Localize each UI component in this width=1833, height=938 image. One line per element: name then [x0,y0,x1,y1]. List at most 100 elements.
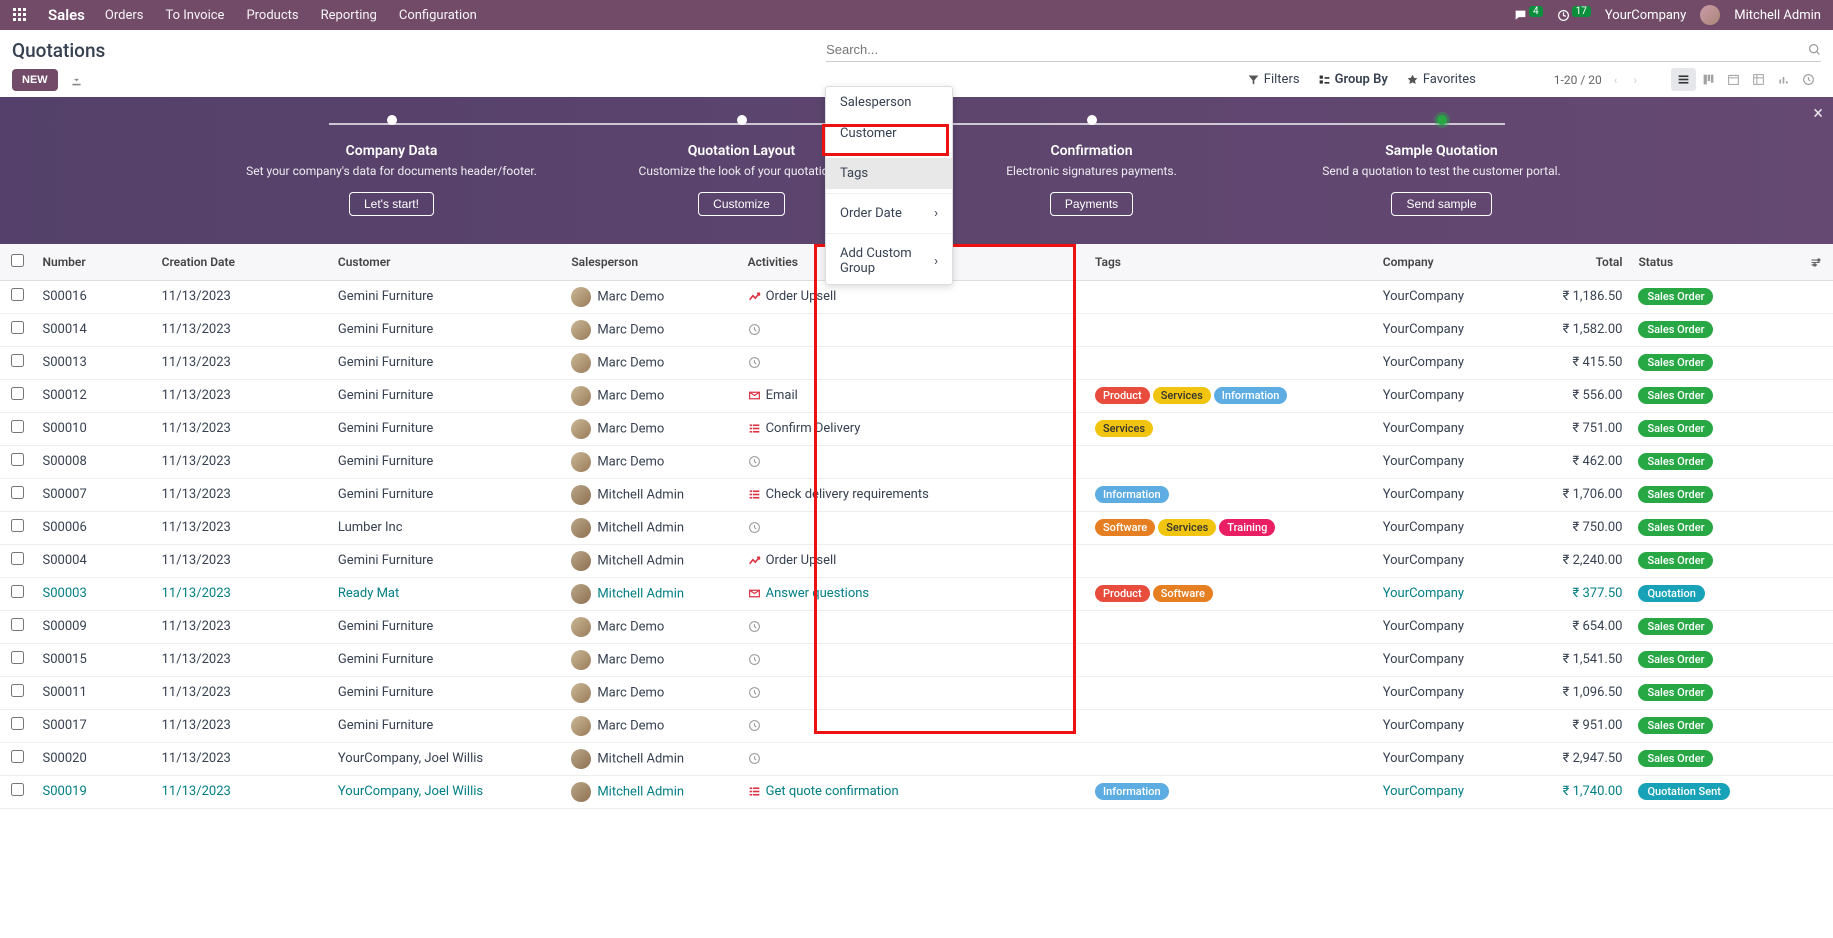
nav-orders[interactable]: Orders [105,8,144,23]
view-kanban-icon[interactable] [1696,68,1721,91]
nav-products[interactable]: Products [246,8,298,23]
cell-activities[interactable]: Email [740,379,1035,412]
row-checkbox[interactable] [11,288,24,301]
col-customer[interactable]: Customer [330,244,563,281]
filters-button[interactable]: Filters [1247,72,1300,87]
row-checkbox[interactable] [11,651,24,664]
step-button[interactable]: Send sample [1391,192,1491,216]
search-icon[interactable] [1808,42,1821,57]
col-creation[interactable]: Creation Date [154,244,330,281]
new-button[interactable]: NEW [12,69,58,91]
close-icon[interactable]: × [1813,103,1823,124]
row-checkbox[interactable] [11,684,24,697]
view-list-icon[interactable] [1671,68,1696,91]
user-name[interactable]: Mitchell Admin [1734,8,1821,23]
clock-icon[interactable]: 17 [1557,8,1591,23]
pager-range[interactable]: 1-20 / 20 [1554,73,1602,87]
col-status[interactable]: Status [1630,244,1797,281]
cell-activities[interactable] [740,445,1035,478]
table-row[interactable]: S00012 11/13/2023 Gemini Furniture Marc … [0,379,1833,412]
clock-icon[interactable] [748,355,762,370]
apps-icon[interactable] [12,7,28,23]
clock-icon[interactable] [748,751,762,766]
table-row[interactable]: S00013 11/13/2023 Gemini Furniture Marc … [0,346,1833,379]
dropdown-customer[interactable]: Customer [826,118,952,149]
table-row[interactable]: S00008 11/13/2023 Gemini Furniture Marc … [0,445,1833,478]
table-row[interactable]: S00011 11/13/2023 Gemini Furniture Marc … [0,676,1833,709]
nav-reporting[interactable]: Reporting [321,8,377,23]
row-checkbox[interactable] [11,519,24,532]
search-input[interactable] [826,38,1821,62]
row-checkbox[interactable] [11,420,24,433]
row-checkbox[interactable] [11,717,24,730]
row-checkbox[interactable] [11,750,24,763]
col-total[interactable]: Total [1499,244,1630,281]
cell-activities[interactable] [740,709,1035,742]
pager-prev-icon[interactable]: ‹ [1610,73,1622,87]
cell-activities[interactable] [740,742,1035,775]
cell-activities[interactable]: Answer questions [740,577,1035,610]
col-number[interactable]: Number [35,244,154,281]
pager-next-icon[interactable]: › [1629,73,1641,87]
row-checkbox[interactable] [11,354,24,367]
table-row[interactable]: S00020 11/13/2023 YourCompany, Joel Will… [0,742,1833,775]
clock-icon[interactable] [748,520,762,535]
nav-toinvoice[interactable]: To Invoice [165,8,224,23]
clock-icon[interactable] [748,685,762,700]
view-graph-icon[interactable] [1771,68,1796,91]
table-row[interactable]: S00004 11/13/2023 Gemini Furniture Mitch… [0,544,1833,577]
dropdown-orderdate[interactable]: Order Date › [826,198,952,229]
cell-activities[interactable]: Confirm Delivery [740,412,1035,445]
select-all-checkbox[interactable] [11,254,24,267]
clock-icon[interactable] [748,454,762,469]
row-checkbox[interactable] [11,387,24,400]
row-checkbox[interactable] [11,321,24,334]
table-row[interactable]: S00015 11/13/2023 Gemini Furniture Marc … [0,643,1833,676]
favorites-button[interactable]: Favorites [1406,72,1476,87]
table-row[interactable]: S00017 11/13/2023 Gemini Furniture Marc … [0,709,1833,742]
user-avatar-icon[interactable] [1700,5,1720,25]
download-button[interactable] [66,68,87,91]
dropdown-salesperson[interactable]: Salesperson [826,87,952,118]
row-checkbox[interactable] [11,486,24,499]
cell-activities[interactable] [740,346,1035,379]
nav-configuration[interactable]: Configuration [399,8,477,23]
view-pivot-icon[interactable] [1746,68,1771,91]
cell-activities[interactable] [740,610,1035,643]
company-switcher[interactable]: YourCompany [1605,8,1686,23]
col-salesperson[interactable]: Salesperson [563,244,739,281]
row-checkbox[interactable] [11,453,24,466]
cell-activities[interactable] [740,511,1035,544]
step-button[interactable]: Let's start! [349,192,434,216]
row-checkbox[interactable] [11,783,24,796]
cell-activities[interactable]: Order Upsell [740,280,1035,313]
table-row[interactable]: S00006 11/13/2023 Lumber Inc Mitchell Ad… [0,511,1833,544]
row-checkbox[interactable] [11,552,24,565]
step-button[interactable]: Customize [698,192,785,216]
clock-icon[interactable] [748,322,762,337]
cell-activities[interactable] [740,676,1035,709]
view-activity-icon[interactable] [1796,68,1821,91]
row-checkbox[interactable] [11,585,24,598]
clock-icon[interactable] [748,718,762,733]
cell-activities[interactable] [740,313,1035,346]
table-row[interactable]: S00010 11/13/2023 Gemini Furniture Marc … [0,412,1833,445]
table-row[interactable]: S00007 11/13/2023 Gemini Furniture Mitch… [0,478,1833,511]
step-button[interactable]: Payments [1050,192,1133,216]
col-tags[interactable]: Tags [1035,244,1333,281]
groupby-button[interactable]: Group By [1318,72,1388,87]
cell-activities[interactable]: Get quote confirmation [740,775,1035,808]
row-checkbox[interactable] [11,618,24,631]
brand-label[interactable]: Sales [48,6,85,24]
cell-activities[interactable]: Order Upsell [740,544,1035,577]
table-row[interactable]: S00014 11/13/2023 Gemini Furniture Marc … [0,313,1833,346]
cell-activities[interactable]: Check delivery requirements [740,478,1035,511]
col-company[interactable]: Company [1333,244,1500,281]
cell-activities[interactable] [740,643,1035,676]
col-settings[interactable] [1797,244,1833,281]
dropdown-addcustom[interactable]: Add Custom Group › [826,238,952,284]
dropdown-tags[interactable]: Tags [826,158,952,189]
table-row[interactable]: S00009 11/13/2023 Gemini Furniture Marc … [0,610,1833,643]
chat-icon[interactable]: 4 [1514,8,1543,23]
view-calendar-icon[interactable] [1721,68,1746,91]
